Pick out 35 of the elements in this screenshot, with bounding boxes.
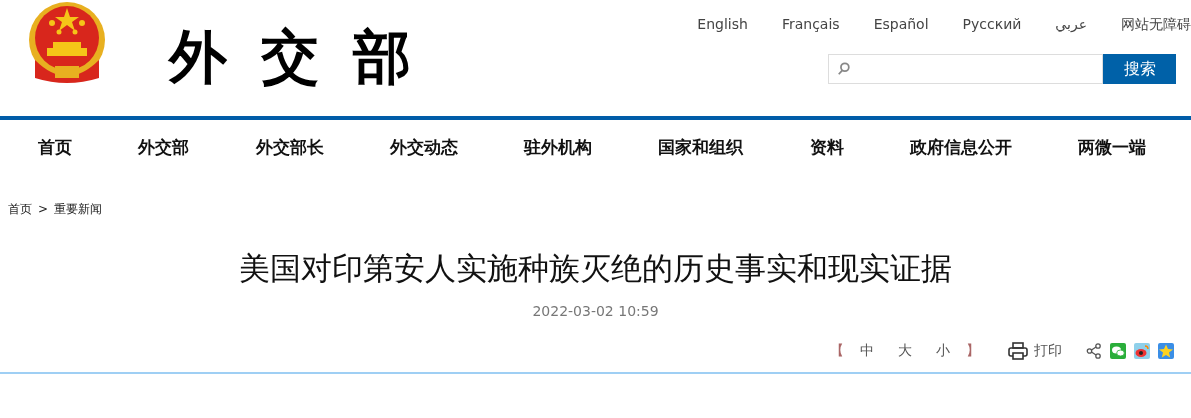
breadcrumb-link[interactable]: 首页 xyxy=(8,200,32,218)
search-field[interactable] xyxy=(828,54,1103,84)
logo-text: 外交部 xyxy=(169,22,445,92)
nav-link[interactable]: 首页 xyxy=(38,132,72,174)
search-icon xyxy=(837,61,851,77)
nav-link[interactable]: 资料 xyxy=(809,132,844,174)
font-size-link[interactable]: 中 xyxy=(860,342,874,360)
nav-link[interactable]: 政府信息公开 xyxy=(909,132,1012,174)
eye-logo-icon[interactable] xyxy=(1134,343,1150,359)
breadcrumb-separator: > xyxy=(38,201,49,218)
nav-link[interactable]: 外交动态 xyxy=(389,132,458,174)
nav-link[interactable]: 驻外机构 xyxy=(524,132,592,174)
star-icon[interactable] xyxy=(1158,343,1174,359)
breadcrumb-link[interactable]: 重要新闻 xyxy=(54,200,103,218)
bracket: 】 xyxy=(966,342,980,360)
article-date: 2022-03-02 10:59 xyxy=(531,302,660,321)
language-link[interactable]: 网站无障碍 xyxy=(1121,14,1191,34)
nav-link[interactable]: 国家和组织 xyxy=(658,132,744,174)
language-link[interactable]: Français xyxy=(781,14,840,34)
search-button[interactable]: 搜索 xyxy=(1103,54,1176,84)
font-size-link[interactable]: 大 xyxy=(898,342,912,360)
share-icon[interactable] xyxy=(1086,343,1102,359)
nav-link[interactable]: 外交部 xyxy=(138,132,190,174)
language-link[interactable]: English xyxy=(697,14,748,34)
nav-link[interactable]: 两微一端 xyxy=(1078,132,1146,174)
print-link[interactable]: 打印 xyxy=(1008,342,1062,360)
font-size-link[interactable]: 小 xyxy=(936,342,950,360)
bracket: 【 xyxy=(830,342,844,360)
article-title: 美国对印第安人实施种族灭绝的历史事实和现实证据 xyxy=(238,249,953,288)
chat-bubbles-icon[interactable] xyxy=(1110,343,1126,359)
printer-icon xyxy=(1008,342,1028,360)
language-link[interactable]: Русский xyxy=(962,14,1022,34)
nav-link[interactable]: 外交部长 xyxy=(255,132,324,174)
language-link[interactable]: عربي xyxy=(1055,14,1087,34)
language-link[interactable]: Español xyxy=(873,14,929,34)
